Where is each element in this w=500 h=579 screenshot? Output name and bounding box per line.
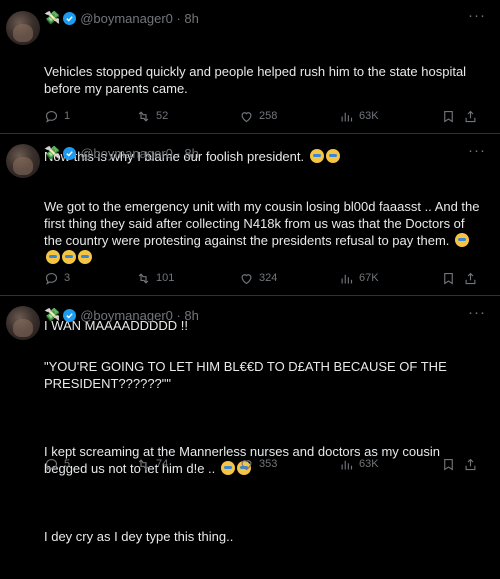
like-button[interactable]: 258 [239,109,277,124]
crying-face-icon [46,250,60,264]
like-icon [241,459,252,470]
retweet-button[interactable]: 74 [136,457,168,472]
share-button[interactable] [463,271,478,286]
tweet-header: 💸 @boymanager0 · 8h ··· [44,304,490,324]
like-icon [241,273,252,284]
tweet-paragraph: We got to the emergency unit with my cou… [44,198,480,266]
retweet-icon [138,458,149,470]
tweet-paragraph: Vehicles stopped quickly and people help… [44,64,470,96]
views-icon [341,112,353,121]
bookmark-button[interactable] [441,109,456,124]
retweet-button[interactable]: 52 [136,109,168,124]
crying-face-icon [455,233,470,247]
bookmark-icon [444,272,453,285]
avatar[interactable] [6,11,40,45]
share-icon [465,272,476,284]
views-count: 67K [359,272,379,284]
money-emoji-icon: 💸 [44,307,61,322]
reply-button[interactable]: 1 [44,109,70,124]
retweet-count: 101 [156,272,175,284]
retweet-icon [138,110,149,122]
retweet-count: 52 [156,110,169,122]
tweet-header: 💸 @boymanager0 · 8h ··· [44,142,490,162]
reply-count: 5 [64,458,71,470]
author-handle[interactable]: @boymanager0 · 8h [80,146,199,161]
tweet-header: 💸 @boymanager0 · 8h ··· [44,7,490,27]
share-button[interactable] [463,457,478,472]
tweet[interactable]: 💸 @boymanager0 · 8h ··· We got to the em… [0,134,500,333]
author-handle[interactable]: @boymanager0 · 8h [80,308,199,323]
verified-badge-icon [63,308,77,322]
like-count: 258 [259,110,278,122]
share-icon [465,110,476,122]
reply-count: 3 [64,272,71,284]
like-count: 353 [259,458,278,470]
retweet-button[interactable]: 101 [136,271,174,286]
views-button[interactable]: 67K [339,271,379,286]
crying-face-icon [78,250,92,264]
tweet[interactable]: 💸 @boymanager0 · 8h ··· Vehicles stopped… [0,0,500,164]
more-icon[interactable]: ··· [468,304,486,321]
views-button[interactable]: 63K [339,457,379,472]
reply-count: 1 [64,110,71,122]
money-emoji-icon: 💸 [44,10,61,25]
like-button[interactable]: 353 [239,457,277,472]
reply-button[interactable]: 5 [44,457,70,472]
bookmark-icon [444,110,453,123]
bookmark-icon [444,458,453,471]
reply-icon [45,458,58,471]
crying-face-icon [62,250,76,264]
verified-badge-icon [63,146,77,160]
retweet-icon [138,272,149,284]
reply-button[interactable]: 3 [44,271,70,286]
action-bar: 3 101 324 67K [44,270,482,286]
verified-badge-icon [63,11,77,25]
tweet[interactable]: 💸 @boymanager0 · 8h ··· "YOU'RE GOING TO… [0,296,500,544]
views-count: 63K [359,110,379,122]
reply-icon [45,272,58,285]
like-count: 324 [259,272,278,284]
share-icon [465,458,476,470]
views-count: 63K [359,458,379,470]
tweet-paragraph: I dey cry as I dey type this thing.. [44,529,234,544]
like-button[interactable]: 324 [239,271,277,286]
action-bar: 5 74 353 63K [44,456,482,472]
retweet-count: 74 [156,458,169,470]
more-icon[interactable]: ··· [468,142,486,159]
bookmark-button[interactable] [441,271,456,286]
like-icon [241,111,252,122]
tweet-text: "YOU'RE GOING TO LET HIM BL€€D TO D£ATH … [44,324,480,579]
views-button[interactable]: 63K [339,109,379,124]
avatar[interactable] [6,306,40,340]
bookmark-button[interactable] [441,457,456,472]
money-emoji-icon: 💸 [44,145,61,160]
share-button[interactable] [463,109,478,124]
views-icon [341,460,353,469]
action-bar: 1 52 258 63K [44,108,482,124]
reply-icon [45,110,58,123]
tweet-paragraph: "YOU'RE GOING TO LET HIM BL€€D TO D£ATH … [44,359,451,391]
tweet-paragraph-text: We got to the emergency unit with my cou… [44,199,484,248]
views-icon [341,274,353,283]
avatar[interactable] [6,144,40,178]
author-handle[interactable]: @boymanager0 · 8h [80,11,199,26]
more-icon[interactable]: ··· [468,7,486,24]
